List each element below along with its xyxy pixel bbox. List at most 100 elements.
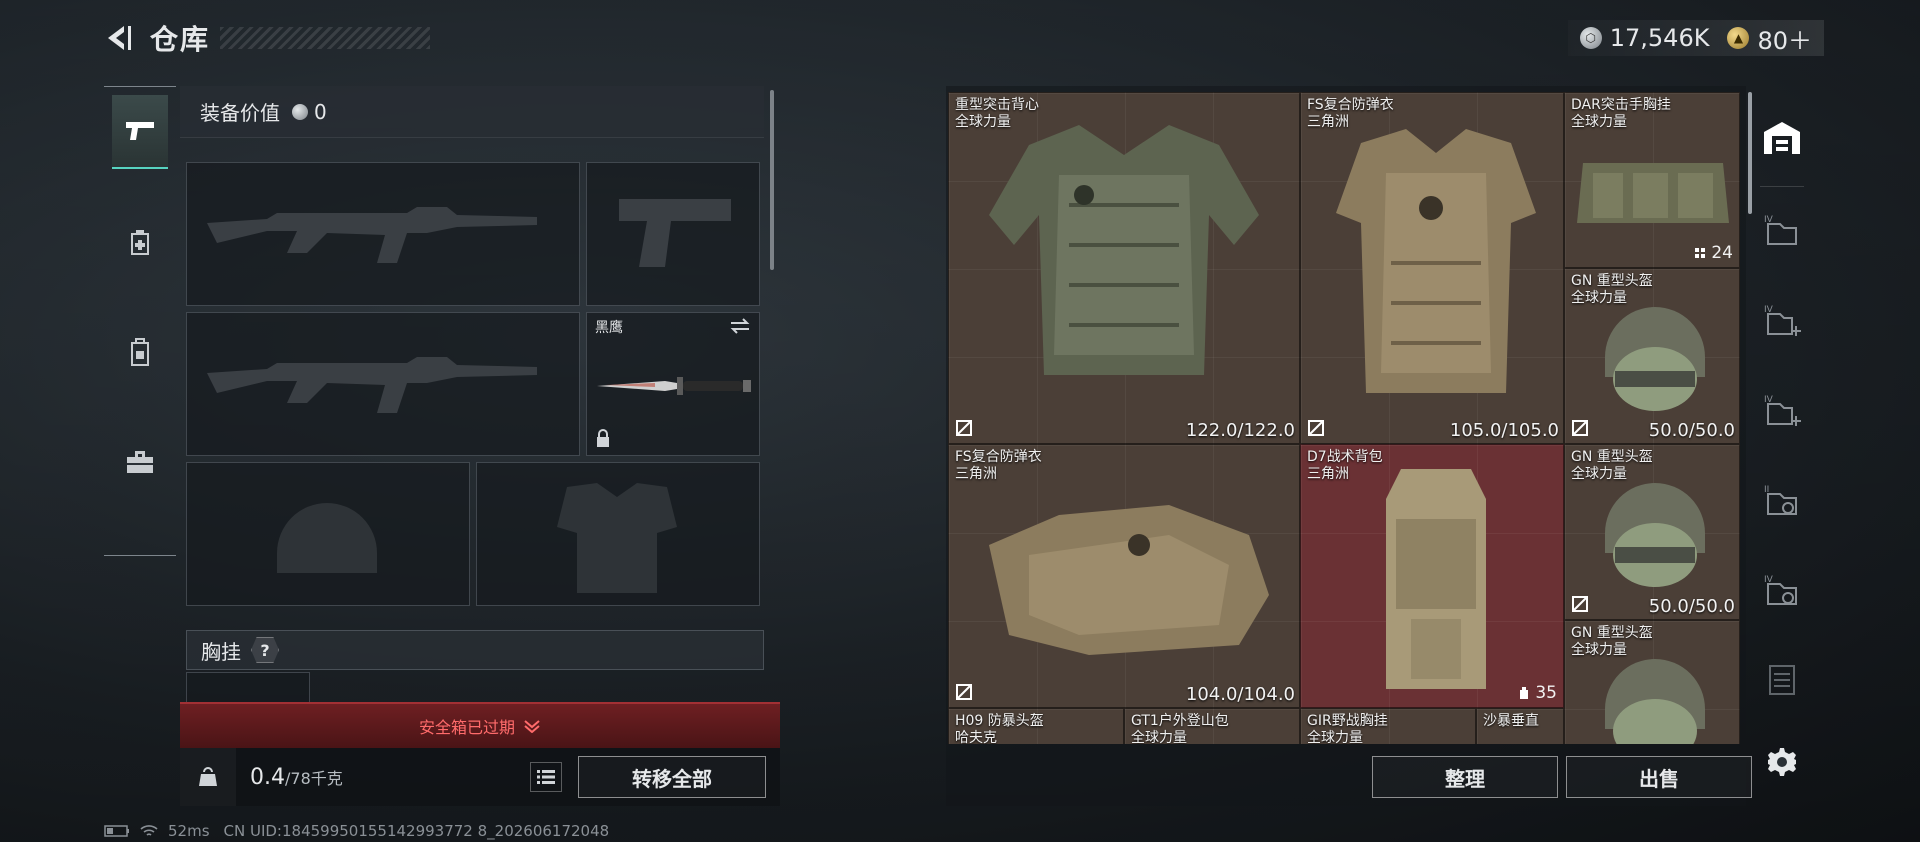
- tab-medical[interactable]: [112, 205, 168, 279]
- tab-stash-ii[interactable]: II: [1758, 476, 1806, 524]
- sort-button[interactable]: 整理: [1372, 756, 1558, 798]
- category-tabs: [104, 86, 176, 556]
- swap-icon[interactable]: [729, 317, 751, 335]
- tab-stash-iv-c[interactable]: IV: [1758, 386, 1806, 434]
- medkit-icon: [131, 230, 149, 255]
- gear-icon: [1768, 748, 1796, 776]
- item-name: DAR突击手胸挂 全球力量: [1571, 97, 1671, 130]
- tab-stash-iv-d[interactable]: IV: [1758, 566, 1806, 614]
- weight-capacity: /78千克: [285, 768, 343, 788]
- divider: [1760, 186, 1804, 187]
- tab-backpack[interactable]: [112, 315, 168, 389]
- helmet-icon: [1605, 483, 1705, 587]
- folder-iv-refresh-icon: IV: [1764, 575, 1797, 605]
- folder-locked-icon: [1769, 665, 1795, 695]
- armor-slot[interactable]: [476, 462, 760, 606]
- no-insure-icon: [1572, 596, 1588, 612]
- chest-rig-icon: [1577, 163, 1729, 223]
- helmet-slot[interactable]: [186, 462, 470, 606]
- primary-weapon-slot[interactable]: [186, 162, 580, 306]
- no-insure-icon: [1308, 420, 1324, 436]
- tab-toolbox[interactable]: [112, 425, 168, 499]
- pistol-silhouette-icon: [619, 199, 731, 267]
- tab-main-stash[interactable]: [1758, 114, 1806, 162]
- item-name: GIR野战胸挂 全球力量: [1307, 713, 1388, 744]
- melee-name: 黑鹰: [595, 320, 623, 336]
- help-button[interactable]: ?: [251, 637, 279, 663]
- item-durability: 50.0/50.0: [1648, 596, 1735, 617]
- stash-item[interactable]: GIR野战胸挂 全球力量: [1300, 708, 1476, 744]
- item-name: FS复合防弹衣 三角洲: [1307, 97, 1394, 130]
- rifle-silhouette-icon: [207, 357, 537, 413]
- chevron-down-icon: [524, 720, 540, 733]
- sidearm-slot[interactable]: [586, 162, 760, 306]
- tab-stash-iv-b[interactable]: IV: [1758, 296, 1806, 344]
- value-coin-icon: [292, 103, 308, 120]
- stash-item[interactable]: GN 重型头盔 全球力量 50.0/50.0: [1564, 444, 1740, 620]
- stash-item[interactable]: FS复合防弹衣 三角洲 104.0/104.0: [948, 444, 1300, 708]
- inventory-bottom-bar: 0.4/78千克 转移全部: [180, 748, 780, 806]
- stash-item[interactable]: GT1户外登山包 全球力量: [1124, 708, 1300, 744]
- stash-grid: 重型突击背心 全球力量 122.0/122.0 FS复合防弹衣 三角洲 105.…: [948, 92, 1742, 744]
- melee-slot[interactable]: 黑鹰: [586, 312, 760, 456]
- tab-stash-locked[interactable]: [1758, 656, 1806, 704]
- folder-iv-add-icon: IV: [1764, 395, 1801, 426]
- toolbox-icon: [127, 451, 153, 473]
- stash-item[interactable]: DAR突击手胸挂 全球力量 24: [1564, 92, 1740, 268]
- armor-vest-icon: [989, 505, 1269, 655]
- item-name: GN 重型头盔 全球力量: [1571, 625, 1653, 658]
- helmet-silhouette-icon: [277, 503, 377, 573]
- silver-currency[interactable]: ⬡ 17,546K: [1579, 24, 1710, 52]
- safe-box-expired-text: 安全箱已过期: [418, 718, 515, 737]
- no-insure-icon: [956, 684, 972, 700]
- wifi-icon: [140, 825, 158, 836]
- secondary-weapon-slot[interactable]: [186, 312, 580, 456]
- tab-weapons[interactable]: [112, 95, 168, 169]
- page-title: 仓库: [150, 23, 211, 56]
- loadout-panel: 装备价值 0 黑鹰 胸挂 ? 安全箱已过期 0.4/78千克 转移全部: [180, 86, 780, 806]
- stash-item[interactable]: 沙暴垂直: [1476, 708, 1564, 744]
- sell-button[interactable]: 出售: [1566, 756, 1752, 798]
- knife-icon: [597, 377, 751, 395]
- item-name: 沙暴垂直: [1483, 713, 1539, 729]
- item-name: 重型突击背心 全球力量: [955, 97, 1039, 130]
- equipment-value-label: 装备价值: [200, 101, 280, 125]
- gold-amount: 80＋: [1757, 26, 1812, 55]
- safe-box-expired-banner[interactable]: 安全箱已过期: [180, 702, 780, 748]
- stash-item[interactable]: 重型突击背心 全球力量 122.0/122.0: [948, 92, 1300, 444]
- backpack-icon: [131, 338, 149, 366]
- stash-item[interactable]: D7战术背包 三角洲 35: [1300, 444, 1564, 708]
- settings-button[interactable]: [1758, 738, 1806, 786]
- stash-item[interactable]: GN 重型头盔 全球力量 50.0/50.0: [1564, 268, 1740, 444]
- helmet-icon: [1605, 659, 1705, 744]
- title-decoration: [220, 27, 431, 49]
- loadout-scrollbar[interactable]: [770, 90, 774, 270]
- list-view-button[interactable]: [530, 762, 562, 792]
- back-button[interactable]: [100, 20, 136, 56]
- transfer-all-button[interactable]: 转移全部: [578, 756, 766, 798]
- item-durability: 104.0/104.0: [1185, 684, 1295, 705]
- pistol-icon: [126, 122, 154, 140]
- item-count: 35: [1517, 683, 1557, 703]
- stash-item[interactable]: GN 重型头盔 全球力量: [1564, 620, 1740, 744]
- armor-vest-icon: [1336, 129, 1536, 393]
- silver-amount: 17,546K: [1609, 24, 1710, 52]
- backpack-icon: [1386, 469, 1486, 689]
- header: 仓库: [100, 18, 431, 58]
- tab-stash-iv-a[interactable]: IV: [1758, 206, 1806, 254]
- list-icon: [537, 770, 555, 784]
- slots-icon: [1695, 248, 1706, 258]
- folder-iv-add-icon: IV: [1764, 305, 1801, 336]
- weight-readout: 0.4/78千克: [250, 765, 343, 790]
- storage-tabs: IV IV IV II IV: [1754, 90, 1810, 730]
- stash-item[interactable]: H09 防暴头盔 哈夫克: [948, 708, 1124, 744]
- item-durability: 50.0/50.0: [1648, 420, 1735, 441]
- armor-vest-icon: [989, 125, 1259, 375]
- stash-item[interactable]: FS复合防弹衣 三角洲 105.0/105.0: [1300, 92, 1564, 444]
- equipment-value: 0: [314, 99, 327, 124]
- gold-currency[interactable]: ▲ 80＋: [1727, 21, 1812, 56]
- silver-coin-icon: ⬡: [1579, 27, 1602, 49]
- status-bar: 52ms CN UID:18459950155142993772 8_20260…: [104, 822, 623, 840]
- stash-scrollbar[interactable]: [1748, 92, 1752, 214]
- item-count: 24: [1693, 243, 1733, 263]
